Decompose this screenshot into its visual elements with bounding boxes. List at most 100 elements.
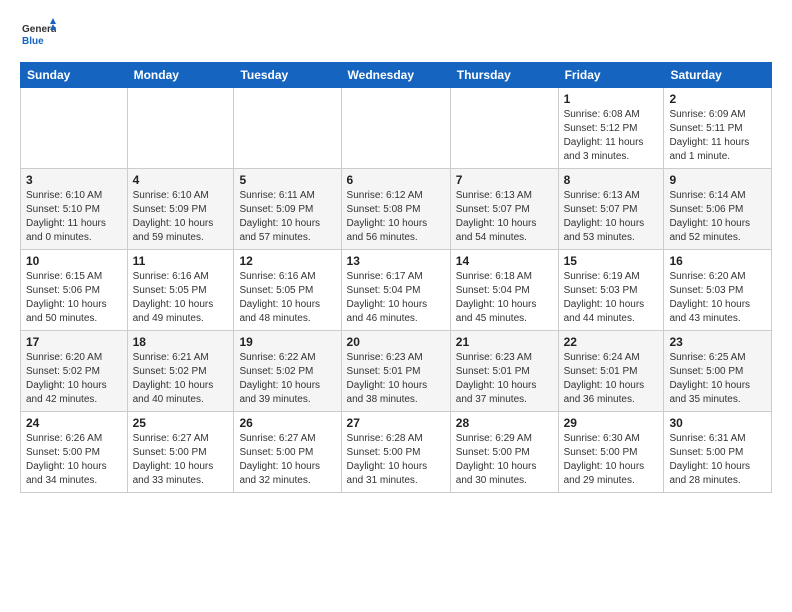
calendar-cell: 11 Sunrise: 6:16 AM Sunset: 5:05 PM Dayli…	[127, 250, 234, 331]
day-number: 30	[669, 416, 766, 430]
day-info: Sunrise: 6:25 AM Sunset: 5:00 PM Dayligh…	[669, 351, 766, 407]
day-header-thursday: Thursday	[450, 63, 558, 88]
day-info: Sunrise: 6:11 AM Sunset: 5:09 PM Dayligh…	[239, 189, 335, 245]
day-info: Sunrise: 6:10 AM Sunset: 5:09 PM Dayligh…	[133, 189, 229, 245]
day-header-tuesday: Tuesday	[234, 63, 341, 88]
logo: General Blue	[20, 16, 60, 52]
day-info: Sunrise: 6:27 AM Sunset: 5:00 PM Dayligh…	[239, 432, 335, 488]
day-info: Sunrise: 6:30 AM Sunset: 5:00 PM Dayligh…	[564, 432, 659, 488]
day-header-wednesday: Wednesday	[341, 63, 450, 88]
calendar-body: 1 Sunrise: 6:08 AM Sunset: 5:12 PM Daylig…	[21, 88, 772, 493]
calendar-cell: 8 Sunrise: 6:13 AM Sunset: 5:07 PM Daylig…	[558, 169, 664, 250]
header: General Blue	[20, 16, 772, 52]
calendar-cell	[127, 88, 234, 169]
day-number: 11	[133, 254, 229, 268]
calendar-cell: 3 Sunrise: 6:10 AM Sunset: 5:10 PM Daylig…	[21, 169, 128, 250]
day-number: 3	[26, 173, 122, 187]
calendar-cell: 12 Sunrise: 6:16 AM Sunset: 5:05 PM Dayli…	[234, 250, 341, 331]
day-info: Sunrise: 6:17 AM Sunset: 5:04 PM Dayligh…	[347, 270, 445, 326]
day-info: Sunrise: 6:29 AM Sunset: 5:00 PM Dayligh…	[456, 432, 553, 488]
calendar-cell: 26 Sunrise: 6:27 AM Sunset: 5:00 PM Dayli…	[234, 412, 341, 493]
calendar: SundayMondayTuesdayWednesdayThursdayFrid…	[20, 62, 772, 493]
day-number: 5	[239, 173, 335, 187]
day-number: 13	[347, 254, 445, 268]
calendar-cell: 20Sunrise: 6:23 AM Sunset: 5:01 PM Dayli…	[341, 331, 450, 412]
calendar-cell: 7Sunrise: 6:13 AM Sunset: 5:07 PM Daylig…	[450, 169, 558, 250]
calendar-cell: 15Sunrise: 6:19 AM Sunset: 5:03 PM Dayli…	[558, 250, 664, 331]
day-number: 27	[347, 416, 445, 430]
calendar-cell: 4Sunrise: 6:10 AM Sunset: 5:09 PM Daylig…	[127, 169, 234, 250]
day-number: 8	[564, 173, 659, 187]
day-number: 25	[133, 416, 229, 430]
day-number: 28	[456, 416, 553, 430]
calendar-cell: 13 Sunrise: 6:17 AM Sunset: 5:04 PM Dayli…	[341, 250, 450, 331]
calendar-cell: 14Sunrise: 6:18 AM Sunset: 5:04 PM Dayli…	[450, 250, 558, 331]
day-number: 14	[456, 254, 553, 268]
day-info: Sunrise: 6:09 AM Sunset: 5:11 PM Dayligh…	[669, 108, 766, 164]
day-number: 24	[26, 416, 122, 430]
day-number: 19	[239, 335, 335, 349]
day-number: 10	[26, 254, 122, 268]
day-info: Sunrise: 6:31 AM Sunset: 5:00 PM Dayligh…	[669, 432, 766, 488]
day-info: Sunrise: 6:23 AM Sunset: 5:01 PM Dayligh…	[456, 351, 553, 407]
day-number: 29	[564, 416, 659, 430]
week-row-4: 24Sunrise: 6:26 AM Sunset: 5:00 PM Dayli…	[21, 412, 772, 493]
day-number: 1	[564, 92, 659, 106]
day-header-monday: Monday	[127, 63, 234, 88]
day-number: 7	[456, 173, 553, 187]
calendar-cell	[21, 88, 128, 169]
calendar-cell	[450, 88, 558, 169]
day-number: 15	[564, 254, 659, 268]
week-row-2: 10 Sunrise: 6:15 AM Sunset: 5:06 PM Dayli…	[21, 250, 772, 331]
day-info: Sunrise: 6:13 AM Sunset: 5:07 PM Dayligh…	[564, 189, 659, 245]
calendar-cell: 21 Sunrise: 6:23 AM Sunset: 5:01 PM Dayli…	[450, 331, 558, 412]
day-number: 21	[456, 335, 553, 349]
header-row: SundayMondayTuesdayWednesdayThursdayFrid…	[21, 63, 772, 88]
calendar-cell: 22Sunrise: 6:24 AM Sunset: 5:01 PM Dayli…	[558, 331, 664, 412]
logo-icon: General Blue	[20, 16, 56, 52]
day-info: Sunrise: 6:10 AM Sunset: 5:10 PM Dayligh…	[26, 189, 122, 245]
day-info: Sunrise: 6:23 AM Sunset: 5:01 PM Dayligh…	[347, 351, 445, 407]
day-info: Sunrise: 6:12 AM Sunset: 5:08 PM Dayligh…	[347, 189, 445, 245]
day-number: 16	[669, 254, 766, 268]
calendar-cell: 6 Sunrise: 6:12 AM Sunset: 5:08 PM Daylig…	[341, 169, 450, 250]
calendar-cell: 25 Sunrise: 6:27 AM Sunset: 5:00 PM Dayli…	[127, 412, 234, 493]
day-info: Sunrise: 6:15 AM Sunset: 5:06 PM Dayligh…	[26, 270, 122, 326]
day-info: Sunrise: 6:16 AM Sunset: 5:05 PM Dayligh…	[133, 270, 229, 326]
day-info: Sunrise: 6:20 AM Sunset: 5:03 PM Dayligh…	[669, 270, 766, 326]
week-row-1: 3 Sunrise: 6:10 AM Sunset: 5:10 PM Daylig…	[21, 169, 772, 250]
calendar-cell: 19 Sunrise: 6:22 AM Sunset: 5:02 PM Dayli…	[234, 331, 341, 412]
calendar-cell: 2 Sunrise: 6:09 AM Sunset: 5:11 PM Daylig…	[664, 88, 772, 169]
day-info: Sunrise: 6:16 AM Sunset: 5:05 PM Dayligh…	[239, 270, 335, 326]
day-number: 2	[669, 92, 766, 106]
calendar-cell	[341, 88, 450, 169]
calendar-cell: 17 Sunrise: 6:20 AM Sunset: 5:02 PM Dayli…	[21, 331, 128, 412]
calendar-cell: 29 Sunrise: 6:30 AM Sunset: 5:00 PM Dayli…	[558, 412, 664, 493]
calendar-cell	[234, 88, 341, 169]
day-number: 6	[347, 173, 445, 187]
day-number: 26	[239, 416, 335, 430]
calendar-cell: 23 Sunrise: 6:25 AM Sunset: 5:00 PM Dayli…	[664, 331, 772, 412]
day-info: Sunrise: 6:08 AM Sunset: 5:12 PM Dayligh…	[564, 108, 659, 164]
day-header-saturday: Saturday	[664, 63, 772, 88]
calendar-cell: 5 Sunrise: 6:11 AM Sunset: 5:09 PM Daylig…	[234, 169, 341, 250]
day-number: 12	[239, 254, 335, 268]
day-number: 17	[26, 335, 122, 349]
day-header-sunday: Sunday	[21, 63, 128, 88]
day-info: Sunrise: 6:20 AM Sunset: 5:02 PM Dayligh…	[26, 351, 122, 407]
calendar-cell: 10 Sunrise: 6:15 AM Sunset: 5:06 PM Dayli…	[21, 250, 128, 331]
day-info: Sunrise: 6:24 AM Sunset: 5:01 PM Dayligh…	[564, 351, 659, 407]
week-row-0: 1 Sunrise: 6:08 AM Sunset: 5:12 PM Daylig…	[21, 88, 772, 169]
calendar-cell: 28 Sunrise: 6:29 AM Sunset: 5:00 PM Dayli…	[450, 412, 558, 493]
calendar-cell: 30 Sunrise: 6:31 AM Sunset: 5:00 PM Dayli…	[664, 412, 772, 493]
day-number: 9	[669, 173, 766, 187]
calendar-cell: 24Sunrise: 6:26 AM Sunset: 5:00 PM Dayli…	[21, 412, 128, 493]
day-info: Sunrise: 6:28 AM Sunset: 5:00 PM Dayligh…	[347, 432, 445, 488]
day-number: 18	[133, 335, 229, 349]
day-info: Sunrise: 6:22 AM Sunset: 5:02 PM Dayligh…	[239, 351, 335, 407]
page: General Blue SundayMondayTuesdayWednesda…	[0, 0, 792, 513]
day-info: Sunrise: 6:27 AM Sunset: 5:00 PM Dayligh…	[133, 432, 229, 488]
day-number: 23	[669, 335, 766, 349]
day-info: Sunrise: 6:14 AM Sunset: 5:06 PM Dayligh…	[669, 189, 766, 245]
calendar-cell: 27 Sunrise: 6:28 AM Sunset: 5:00 PM Dayli…	[341, 412, 450, 493]
